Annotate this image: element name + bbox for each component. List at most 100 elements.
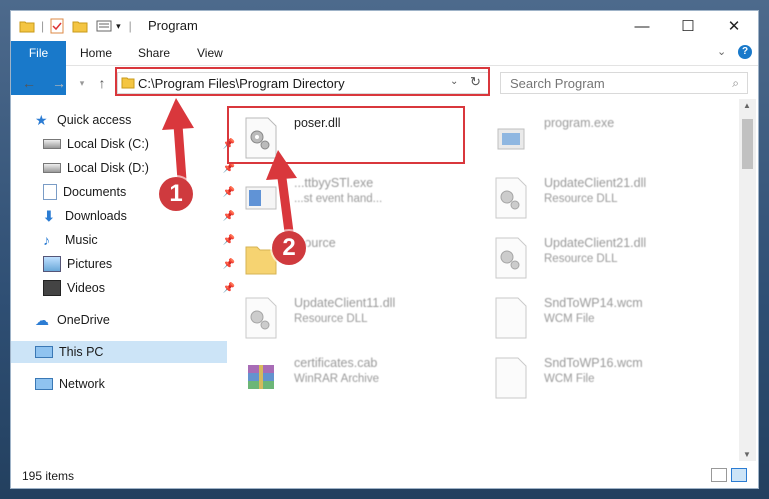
dll-gear-icon (495, 177, 527, 219)
maximize-button[interactable]: ☐ (665, 11, 711, 41)
file-icon (495, 357, 527, 399)
dll-gear-icon (495, 237, 527, 279)
separator: | (41, 19, 45, 33)
quick-access-toolbar: | ▾ | (19, 17, 132, 35)
ribbon-tabs: File Home Share View ⌄ ? (11, 41, 758, 95)
navigation-pane: ★ Quick access Local Disk (C:) 📌 Local D… (11, 99, 235, 459)
address-highlight-box (115, 67, 490, 96)
folder-item-resource[interactable]: ...ource (232, 231, 472, 285)
step-badge-2: 2 (272, 231, 306, 265)
properties-icon[interactable] (50, 18, 64, 34)
sidebar-item-label: Downloads (65, 209, 127, 223)
sidebar-item-pictures[interactable]: Pictures 📌 (11, 253, 235, 275)
sidebar-item-local-disk-d[interactable]: Local Disk (D:) 📌 (11, 157, 235, 179)
pc-icon (35, 346, 53, 358)
step-badge-1: 1 (159, 177, 193, 211)
scroll-up-icon[interactable]: ▲ (743, 101, 751, 110)
exe-icon (497, 128, 525, 150)
dll-gear-icon (245, 297, 277, 339)
sidebar-item-local-disk-c[interactable]: Local Disk (C:) 📌 (11, 133, 235, 155)
help-icon[interactable]: ? (738, 45, 752, 59)
sidebar-item-label: Videos (67, 281, 105, 295)
close-button[interactable]: ✕ (711, 11, 757, 41)
tab-share[interactable]: Share (138, 41, 170, 65)
file-name: certificates.cab (294, 356, 378, 370)
file-description: WinRAR Archive (294, 373, 379, 385)
file-description: WCM File (544, 313, 595, 325)
up-button[interactable]: ↑ (92, 73, 112, 93)
sidebar-item-downloads[interactable]: ⬇ Downloads 📌 (11, 205, 235, 227)
window-title: Program (148, 18, 198, 33)
recent-locations-icon[interactable]: ▾ (72, 73, 92, 93)
forward-button[interactable]: → (49, 73, 69, 93)
sidebar-item-label: This PC (59, 345, 104, 359)
file-item-updateclient21-dll-2[interactable]: UpdateClient21.dll Resource DLL (482, 231, 722, 285)
file-item-certificates-cab[interactable]: certificates.cab WinRAR Archive (232, 351, 472, 405)
folder-icon[interactable] (19, 19, 35, 33)
back-button[interactable]: ← (19, 73, 39, 93)
sidebar-item-label: Music (65, 233, 98, 247)
sidebar-item-label: OneDrive (57, 313, 110, 327)
file-item-sndtowp16-wcm[interactable]: SndToWP16.wcm WCM File (482, 351, 722, 405)
sidebar-item-network[interactable]: Network (11, 373, 227, 395)
sidebar-item-label: Quick access (57, 113, 132, 127)
sidebar-item-label: Pictures (67, 257, 113, 271)
search-icon[interactable]: ⌕ (732, 76, 739, 91)
file-icon (495, 297, 527, 339)
cloud-icon: ☁ (35, 312, 49, 328)
file-name: UpdateClient21.dll (544, 236, 647, 250)
scrollbar-thumb[interactable] (742, 119, 753, 169)
sidebar-item-videos[interactable]: Videos 📌 (11, 277, 235, 299)
file-description: Resource DLL (544, 253, 618, 265)
separator: | (128, 19, 132, 33)
sidebar-item-music[interactable]: ♪ Music 📌 (11, 229, 235, 251)
new-folder-icon[interactable] (72, 19, 88, 33)
file-name: program.exe (544, 116, 615, 130)
sidebar-item-this-pc[interactable]: This PC (11, 341, 227, 363)
tab-view[interactable]: View (197, 41, 223, 65)
sidebar-item-onedrive[interactable]: ☁ OneDrive (11, 309, 227, 331)
sidebar-item-label: Documents (63, 185, 127, 199)
expand-ribbon-icon[interactable]: ⌄ (717, 45, 726, 58)
status-bar: 195 items (11, 463, 758, 488)
scroll-down-icon[interactable]: ▼ (743, 450, 751, 459)
file-name: ...ttbyySTl.exe (294, 176, 374, 190)
details-view-icon[interactable] (711, 468, 727, 482)
file-description: ...st event hand... (294, 193, 383, 205)
title-bar: | ▾ | Program — ☐ ✕ (11, 11, 758, 41)
documents-icon (43, 184, 57, 200)
file-highlight-box (227, 106, 465, 164)
file-item-program-exe[interactable]: program.exe (482, 111, 722, 165)
file-item-updateclient21-dll[interactable]: UpdateClient21.dll Resource DLL (482, 171, 722, 225)
view-options-icon[interactable] (96, 19, 114, 33)
minimize-button[interactable]: — (619, 11, 665, 41)
file-description: Resource DLL (294, 313, 368, 325)
sidebar-item-label: Local Disk (C:) (67, 137, 149, 151)
customize-dropdown-icon[interactable]: ▾ (116, 21, 121, 32)
pictures-icon (43, 256, 61, 272)
drive-icon (43, 139, 61, 149)
file-item-updateclient11-dll[interactable]: UpdateClient11.dll Resource DLL (232, 291, 472, 345)
music-icon: ♪ (43, 232, 50, 248)
videos-icon (43, 280, 61, 296)
download-icon: ⬇ (43, 208, 55, 224)
search-input[interactable] (510, 76, 710, 91)
file-item-exe[interactable]: ...ttbyySTl.exe ...st event hand... (232, 171, 472, 225)
file-item-sndtowp14-wcm[interactable]: SndToWP14.wcm WCM File (482, 291, 722, 345)
file-description: WCM File (544, 373, 595, 385)
sidebar-item-documents[interactable]: Documents 📌 (11, 181, 235, 203)
network-icon (35, 378, 53, 390)
file-name: SndToWP16.wcm (544, 356, 643, 370)
file-description: Resource DLL (544, 193, 618, 205)
vertical-scrollbar[interactable]: ▲ ▼ (739, 99, 756, 461)
drive-icon (43, 163, 61, 173)
winrar-icon (248, 365, 274, 389)
star-icon: ★ (35, 112, 48, 128)
sidebar-item-label: Network (59, 377, 105, 391)
item-count: 195 items (22, 469, 75, 483)
large-icons-view-icon[interactable] (731, 468, 747, 482)
file-name: SndToWP14.wcm (544, 296, 643, 310)
tab-home[interactable]: Home (80, 41, 112, 65)
sidebar-item-quick-access[interactable]: ★ Quick access (11, 109, 227, 131)
search-box[interactable]: ⌕ (500, 72, 748, 94)
